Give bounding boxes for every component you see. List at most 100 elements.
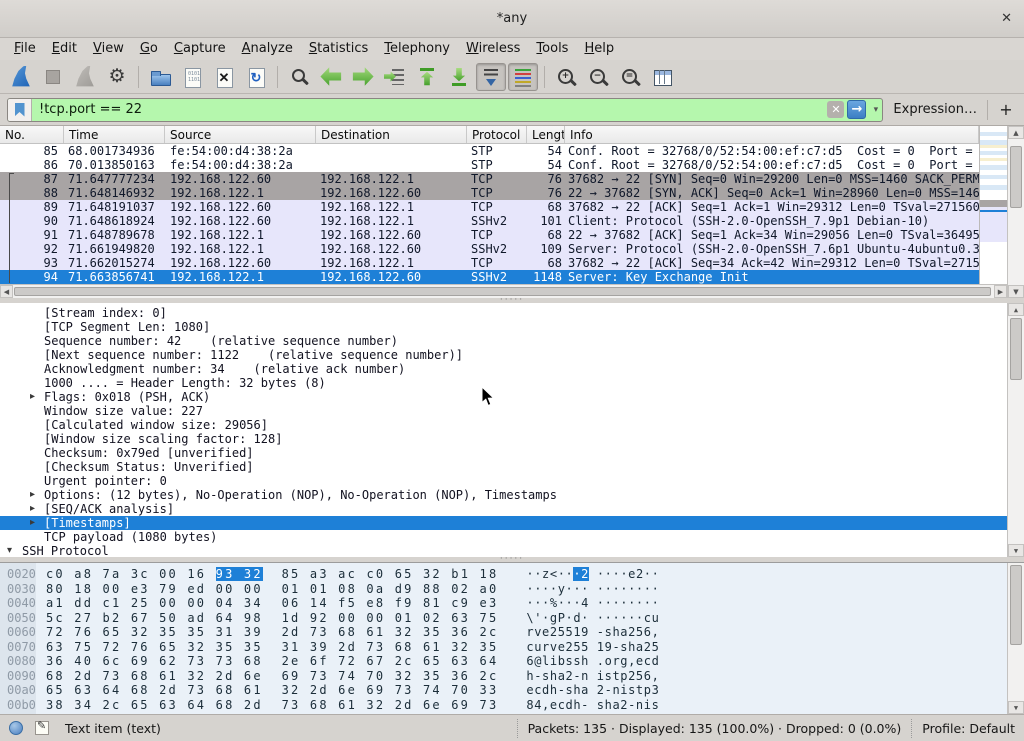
hex-row[interactable]: 009068 2d 73 68 61 32 2d 6e 69 73 74 70 … [0,669,1024,684]
menu-capture[interactable]: Capture [166,39,234,59]
detail-line[interactable]: ▸[Timestamps] [0,516,1024,530]
filter-dropdown-icon[interactable]: ▾ [869,105,882,115]
detail-line[interactable]: [TCP Segment Len: 1080] [0,320,1024,334]
scroll-down-icon[interactable]: ▼ [1008,285,1024,298]
scroll-up-icon[interactable]: ▲ [1008,126,1024,139]
detail-line[interactable]: Window size value: 227 [0,404,1024,418]
menu-go[interactable]: Go [132,39,166,59]
detail-line[interactable]: TCP payload (1080 bytes) [0,530,1024,544]
detail-line[interactable]: ▸[SEQ/ACK analysis] [0,502,1024,516]
packet-row-88[interactable]: 8871.648146932192.168.122.1192.168.122.6… [0,186,979,200]
scroll-left-icon[interactable]: ◀ [0,285,13,298]
add-filter-button[interactable]: + [995,99,1017,121]
detail-line[interactable]: Acknowledgment number: 34 (relative ack … [0,362,1024,376]
stop-capture-button[interactable] [38,63,68,91]
packet-list-vscrollbar[interactable]: ▲ ▼ [1007,126,1024,298]
detail-line[interactable]: [Checksum Status: Unverified] [0,460,1024,474]
detail-line[interactable]: 1000 .... = Header Length: 32 bytes (8) [0,376,1024,390]
capture-options-button[interactable] [102,63,132,91]
packet-row-87[interactable]: 8771.647777234192.168.122.60192.168.122.… [0,172,979,186]
packet-list-hscrollbar[interactable]: ◀ ▶ [0,284,1007,298]
detail-line[interactable]: [Calculated window size: 29056] [0,418,1024,432]
go-forward-button[interactable] [348,63,378,91]
detail-line[interactable]: ▸Options: (12 bytes), No-Operation (NOP)… [0,488,1024,502]
apply-filter-button[interactable]: → [847,100,866,119]
go-last-button[interactable] [444,63,474,91]
detail-line[interactable]: Checksum: 0x79ed [unverified] [0,446,1024,460]
hex-row[interactable]: 007063 75 72 76 65 32 35 35 31 39 2d 73 … [0,640,1024,655]
detail-line[interactable]: Urgent pointer: 0 [0,474,1024,488]
close-button[interactable]: ✕ [1001,0,1012,38]
hex-row[interactable]: 006072 76 65 32 35 35 31 39 2d 73 68 61 … [0,625,1024,640]
column-header-source[interactable]: Source [165,126,316,143]
menu-file[interactable]: File [6,39,44,59]
menu-view[interactable]: View [85,39,132,59]
open-file-button[interactable] [145,63,175,91]
column-header-no[interactable]: No. [0,126,64,143]
packet-row-92[interactable]: 9271.661949820192.168.122.1192.168.122.6… [0,242,979,256]
column-header-protocol[interactable]: Protocol [467,126,527,143]
filter-bookmark-button[interactable] [8,99,32,121]
zoom-out-button[interactable] [583,63,613,91]
bytes-vscroll-thumb[interactable] [1010,565,1022,645]
packet-row-85[interactable]: 8568.001734936fe:54:00:d4:38:2aSTP54Conf… [0,144,979,158]
packet-row-94[interactable]: 9471.663856741192.168.122.1192.168.122.6… [0,270,979,284]
menu-tools[interactable]: Tools [528,39,576,59]
details-vscroll-thumb[interactable] [1010,318,1022,380]
detail-line[interactable]: [Stream index: 0] [0,306,1024,320]
intelligent-scrollbar[interactable] [979,126,1007,284]
column-header-time[interactable]: Time [64,126,165,143]
clear-filter-button[interactable]: ✕ [827,101,844,118]
resize-columns-button[interactable] [647,63,677,91]
menu-statistics[interactable]: Statistics [301,39,376,59]
bytes-vscrollbar[interactable]: ▼ [1007,563,1024,714]
expression-button[interactable]: Expression… [890,102,980,117]
detail-line[interactable]: Sequence number: 42 (relative sequence n… [0,334,1024,348]
auto-scroll-button[interactable] [476,63,506,91]
detail-line[interactable]: [Window size scaling factor: 128] [0,432,1024,446]
restart-capture-button[interactable] [70,63,100,91]
scroll-right-icon[interactable]: ▶ [994,285,1007,298]
hex-row[interactable]: 00505c 27 b2 67 50 ad 64 98 1d 92 00 00 … [0,611,1024,626]
packet-row-93[interactable]: 9371.662015274192.168.122.60192.168.122.… [0,256,979,270]
hscroll-thumb[interactable] [14,287,991,296]
go-back-button[interactable] [316,63,346,91]
save-file-button[interactable] [177,63,207,91]
detail-line[interactable]: ▾SSH Protocol [0,544,1024,557]
column-header-length[interactable]: Length [527,126,565,143]
packet-row-91[interactable]: 9171.648789678192.168.122.1192.168.122.6… [0,228,979,242]
go-first-button[interactable] [412,63,442,91]
details-scroll-down-icon[interactable]: ▼ [1008,544,1024,557]
packet-row-86[interactable]: 8670.013850163fe:54:00:d4:38:2aSTP54Conf… [0,158,979,172]
hex-row[interactable]: 003080 18 00 e3 79 ed 00 00 01 01 08 0a … [0,582,1024,597]
zoom-in-button[interactable] [551,63,581,91]
vscroll-thumb[interactable] [1010,146,1022,208]
hex-row[interactable]: 008036 40 6c 69 62 73 73 68 2e 6f 72 67 … [0,654,1024,669]
hex-row[interactable]: 0040a1 dd c1 25 00 00 04 34 06 14 f5 e8 … [0,596,1024,611]
detail-line[interactable]: [Next sequence number: 1122 (relative se… [0,348,1024,362]
menu-wireless[interactable]: Wireless [458,39,528,59]
column-header-destination[interactable]: Destination [316,126,467,143]
menu-analyze[interactable]: Analyze [234,39,301,59]
find-packet-button[interactable] [284,63,314,91]
hex-row[interactable]: 0020c0 a8 7a 3c 00 16 93 32 85 a3 ac c0 … [0,567,1024,582]
menu-help[interactable]: Help [576,39,622,59]
close-file-button[interactable] [209,63,239,91]
expert-info-icon[interactable] [9,721,23,735]
zoom-normal-button[interactable] [615,63,645,91]
menu-edit[interactable]: Edit [44,39,85,59]
bytes-scroll-down-icon[interactable]: ▼ [1008,701,1024,714]
detail-line[interactable]: ▸Flags: 0x018 (PSH, ACK) [0,390,1024,404]
profile-status[interactable]: Profile: Default [911,719,1015,738]
display-filter-box[interactable]: !tcp.port == 22 ✕ → ▾ [7,98,883,122]
column-header-info[interactable]: Info [565,126,979,143]
hex-row[interactable]: 00a065 63 64 68 2d 73 68 61 32 2d 6e 69 … [0,683,1024,698]
packet-row-89[interactable]: 8971.648191037192.168.122.60192.168.122.… [0,200,979,214]
details-scroll-up-icon[interactable]: ▲ [1008,303,1024,316]
hex-row[interactable]: 00b038 34 2c 65 63 64 68 2d 73 68 61 32 … [0,698,1024,713]
filter-input[interactable]: !tcp.port == 22 [32,102,827,117]
capture-comment-icon[interactable] [35,721,49,735]
packet-row-90[interactable]: 9071.648618924192.168.122.60192.168.122.… [0,214,979,228]
reload-file-button[interactable] [241,63,271,91]
menu-telephony[interactable]: Telephony [376,39,458,59]
